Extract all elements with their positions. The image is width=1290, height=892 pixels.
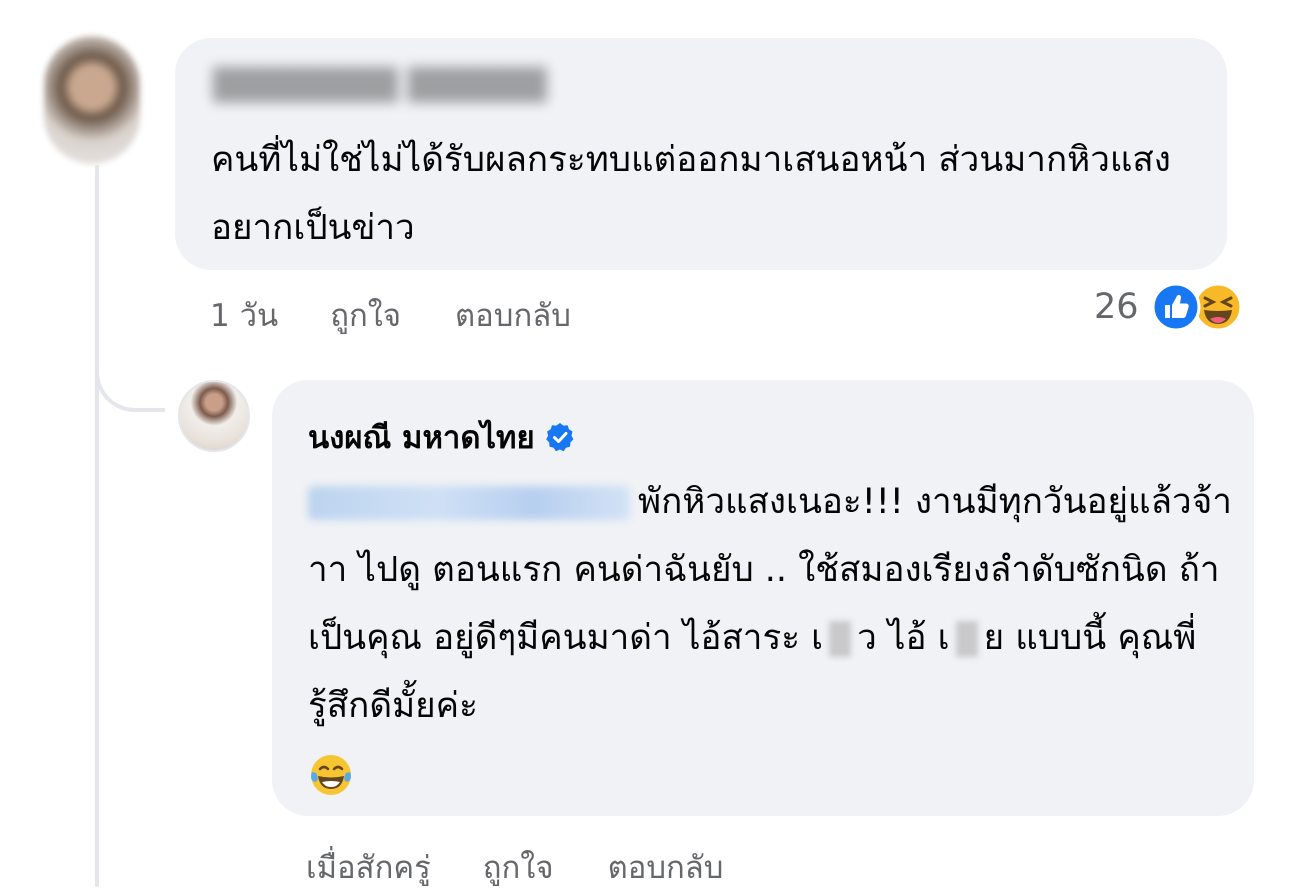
- author-avatar[interactable]: [178, 380, 250, 452]
- like-icon: [1151, 282, 1201, 332]
- author-name[interactable]: นงผณี มหาดไทย: [308, 412, 535, 462]
- reply-text-part2: ว ไอ้ เ: [857, 618, 950, 658]
- reply-bubble: นงผณี มหาดไทย พักหิวแสงเนอะ!!! งานมีทุกว…: [272, 380, 1254, 816]
- like-button[interactable]: ถูกใจ: [330, 290, 401, 340]
- censor-mark: [829, 621, 852, 657]
- author-name-row: นงผณี มหาดไทย: [308, 412, 575, 462]
- comment-text: คนที่ไม่ใช่ไม่ได้รับผลกระทบแต่ออกมาเสนอห…: [211, 140, 1171, 248]
- commenter-name-blurred[interactable]: ████████ ██████: [213, 68, 546, 103]
- censor-mark: [955, 621, 978, 657]
- mention-tag-blurred[interactable]: [308, 486, 630, 520]
- thread-line: [95, 165, 99, 887]
- reply-text: พักหิวแสงเนอะ!!! งานมีทุกวันอยู่แล้วจ้าา…: [308, 468, 1238, 808]
- avatar[interactable]: [44, 36, 140, 164]
- reply-button[interactable]: ตอบกลับ: [455, 290, 571, 340]
- reply-actions: เมื่อสักครู่ ถูกใจ ตอบกลับ: [306, 842, 777, 892]
- reply-button[interactable]: ตอบกลับ: [608, 842, 724, 892]
- reaction-summary[interactable]: 26: [1094, 282, 1243, 332]
- reply-timestamp[interactable]: เมื่อสักครู่: [306, 842, 431, 892]
- tears-of-joy-emoji-icon: [311, 755, 351, 795]
- verified-badge-icon: [545, 423, 574, 452]
- comment-timestamp[interactable]: 1 วัน: [210, 290, 278, 340]
- like-button[interactable]: ถูกใจ: [483, 842, 554, 892]
- comment-bubble: ████████ ██████ คนที่ไม่ใช่ไม่ได้รับผลกร…: [175, 38, 1227, 270]
- comment-actions: 1 วัน ถูกใจ ตอบกลับ: [210, 290, 625, 340]
- thread-line-branch: [95, 340, 165, 412]
- reaction-count: 26: [1094, 287, 1139, 327]
